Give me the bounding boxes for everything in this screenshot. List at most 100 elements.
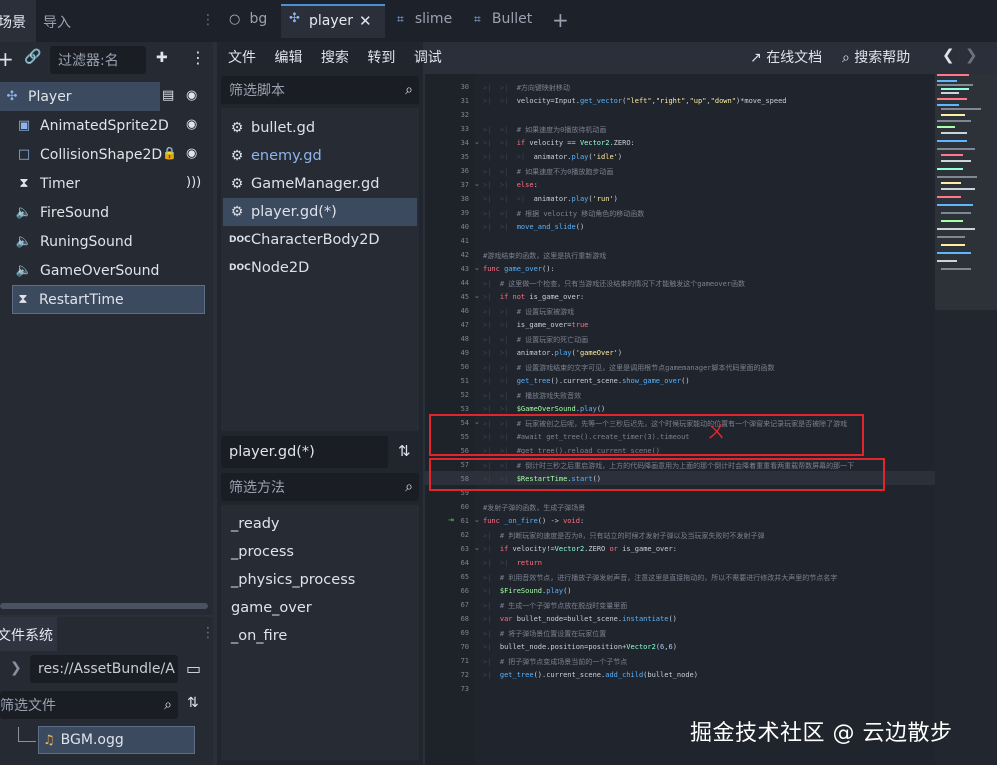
menu-search[interactable]: 搜索 [321,50,349,66]
tree-row-gameoversound[interactable]: 🔈 GameOverSound [0,256,213,285]
tree-row-firesound-label: FireSound [40,204,110,221]
add-tab-icon[interactable]: + [552,8,569,32]
script-item-characterbody2d[interactable]: DOC CharacterBody2D [223,226,417,254]
signal-connection-icon[interactable]: ⇥ [448,516,454,524]
sort-icon[interactable]: ⇅ [398,442,411,460]
tab-bg[interactable]: ○ bg [229,8,267,27]
attach-script-icon[interactable]: ✚ [156,50,168,66]
node-icon: ✣ [289,11,300,26]
tree-row-restarttime-label: RestartTime [39,291,124,308]
script-item-gamemanager[interactable]: ⚙ GameManager.gd [223,170,417,198]
code-minimap[interactable] [935,74,997,765]
tab-slime[interactable]: ⌗ slime [397,8,452,27]
timer-icon: ⧗ [18,292,28,307]
tree-row-restarttime[interactable]: ⧗ RestartTime [12,285,205,314]
add-node-icon[interactable]: + [0,47,14,71]
lock-icon[interactable]: 🔒 [162,146,177,160]
method-filter-input[interactable]: 筛选方法 ⌕ [221,473,419,501]
tree-row-animatedsprite2d-label: AnimatedSprite2D [40,117,169,134]
tree-row-runingsound-label: RuningSound [40,233,133,250]
script-item-label: CharacterBody2D [251,232,380,248]
fold-icon[interactable]: ⌄ [474,292,480,300]
player-icon: ✣ [6,89,18,104]
dock-tab-scene[interactable]: 场景 [0,0,36,42]
history-back-icon[interactable]: ❮ [942,46,955,64]
tree-row-runingsound[interactable]: 🔈 RuningSound [0,227,213,256]
path-input[interactable]: res://AssetBundle/A [30,655,178,683]
file-filter-placeholder: 筛选文件 [0,698,56,714]
script-item-enemy[interactable]: ⚙ enemy.gd [223,142,417,170]
online-docs-button[interactable]: ↗ 在线文档 [750,47,822,67]
menu-bar: 文件 编辑 搜索 转到 调试 [228,47,442,67]
audio-icon: 🔈 [15,205,33,220]
script-icon[interactable]: ▤ [162,88,174,103]
tab-player-label: player [309,13,354,29]
eye-icon[interactable]: ◉ [186,117,197,132]
search-icon: ⌕ [164,697,172,713]
annotation-box [429,414,864,456]
script-filter-input[interactable]: 筛选脚本 ⌕ [221,76,419,104]
search-help-button[interactable]: ⌕ 搜索帮助 [842,47,910,67]
more-icon[interactable]: ⋮ [190,48,206,67]
method-item[interactable]: _process [231,544,294,560]
method-item[interactable]: game_over [231,600,312,616]
history-forward-icon[interactable]: ❯ [965,46,978,64]
dock-menu-icon[interactable]: ⋮ [201,12,215,28]
tab-bg-label: bg [249,11,268,27]
audio-icon: 🔈 [15,234,33,249]
dock-tab-import[interactable]: 导入 [43,12,71,32]
scene-filter-placeholder: 过滤器:名 [58,53,119,69]
tree-row-collisionshape2d[interactable]: □ CollisionShape2D [0,140,213,169]
script-item-label: enemy.gd [251,148,322,164]
tab-bullet-label: Bullet [491,11,533,27]
menu-debug[interactable]: 调试 [414,50,442,66]
annotation-box [429,458,885,491]
sort-icon[interactable]: ⇅ [187,695,199,711]
tab-slime-label: slime [414,11,453,27]
split-view-icon[interactable]: ▭ [186,659,201,678]
script-item-label: GameManager.gd [251,176,380,192]
eye-icon[interactable]: ◉ [186,146,197,161]
tab-bullet[interactable]: ⌗ Bullet [474,8,532,27]
search-icon: ⌕ [405,479,413,495]
fold-icon[interactable]: ⌄ [474,544,480,552]
tree-row-player[interactable]: ✣ Player [0,82,160,111]
gear-icon: ⚙ [230,176,244,192]
file-item-bgm-label: BGM.ogg [60,732,124,748]
script-item-node2d[interactable]: DOC Node2D [223,254,417,282]
fold-icon[interactable]: ⌄ [474,516,480,524]
tab-filesystem[interactable]: 文件系统 [0,617,57,651]
menu-edit[interactable]: 编辑 [274,50,302,66]
animated-sprite-icon: ▣ [17,118,31,133]
gear-icon: ⚙ [230,204,244,220]
fold-icon[interactable]: ⌄ [474,138,480,146]
dock-menu-icon[interactable]: ⋮ [201,625,215,641]
dock-tab-scene-label: 场景 [0,15,26,31]
tab-player[interactable]: ✣ player ✕ [281,4,385,38]
method-item[interactable]: _physics_process [231,572,355,588]
node-icon: ⌗ [474,12,481,26]
script-item-bullet[interactable]: ⚙ bullet.gd [223,114,417,142]
method-item[interactable]: _ready [231,516,279,532]
eye-icon[interactable]: ◉ [186,88,197,103]
tree-row-firesound[interactable]: 🔈 FireSound [0,198,213,227]
fold-icon[interactable]: ⌄ [474,264,480,272]
menu-goto[interactable]: 转到 [367,50,395,66]
script-item-player[interactable]: ⚙ player.gd(*) [223,198,417,226]
file-filter-input[interactable]: 筛选文件 ⌕ [0,691,178,719]
menu-file[interactable]: 文件 [228,50,256,66]
close-icon[interactable]: ✕ [359,12,372,30]
minimap-viewport[interactable] [935,74,997,310]
scene-scrollbar[interactable] [0,603,208,609]
file-item-bgm[interactable]: ♫ BGM.ogg [38,726,195,754]
tree-row-timer[interactable]: ⧗ Timer [0,169,213,198]
signal-icon[interactable]: ))) [186,175,201,190]
tree-row-animatedsprite2d[interactable]: ▣ AnimatedSprite2D [0,111,213,140]
link-icon[interactable]: 🔗 [24,49,41,65]
method-item[interactable]: _on_fire [231,628,287,644]
chevron-right-icon[interactable]: ❯ [10,660,22,676]
scene-filter-input[interactable]: 过滤器:名 [50,46,146,74]
fold-icon[interactable]: ⌄ [474,180,480,188]
script-item-label: bullet.gd [251,120,316,136]
timer-icon: ⧗ [19,176,29,191]
